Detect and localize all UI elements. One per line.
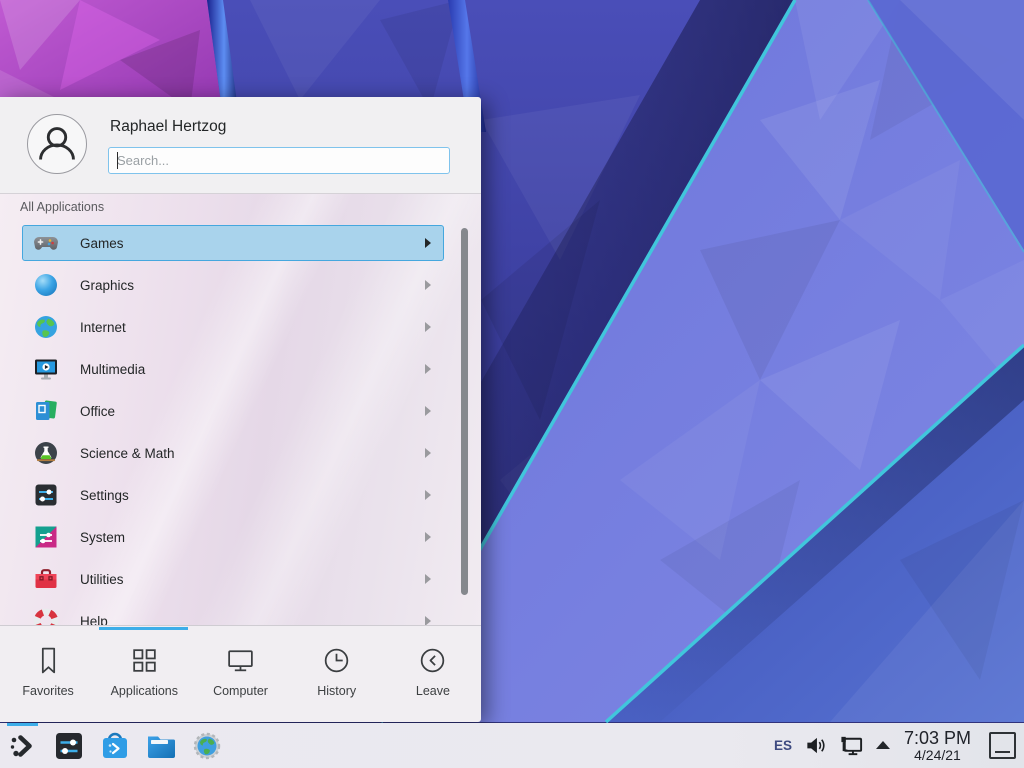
- tab-leave[interactable]: Leave: [385, 626, 481, 722]
- volume-icon[interactable]: [804, 734, 827, 757]
- tray-expand-arrow-icon[interactable]: [876, 741, 890, 749]
- utilities-icon: [33, 566, 59, 592]
- internet-icon: [33, 314, 59, 340]
- user-name: Raphael Hertzog: [110, 118, 226, 136]
- category-row-games[interactable]: Games: [22, 225, 444, 261]
- tab-computer[interactable]: Computer: [192, 626, 288, 722]
- submenu-arrow-icon: [425, 490, 431, 500]
- category-row-settings[interactable]: Settings: [22, 477, 444, 513]
- computer-monitor-icon: [225, 645, 256, 676]
- submenu-arrow-icon: [425, 574, 431, 584]
- user-avatar[interactable]: [27, 114, 87, 174]
- show-desktop-icon: [995, 751, 1010, 753]
- search-input[interactable]: [108, 147, 450, 174]
- clock-time: 7:03 PM: [904, 729, 971, 748]
- multimedia-icon: [33, 356, 59, 382]
- launcher-active-indicator: [7, 723, 38, 726]
- taskbar: ES 7:03 PM 4/2: [0, 723, 1024, 768]
- category-list: Games Graphics: [22, 225, 444, 625]
- show-desktop-button[interactable]: [989, 732, 1016, 759]
- history-clock-icon: [321, 645, 352, 676]
- launcher-header: Raphael Hertzog: [0, 97, 481, 193]
- games-icon: [33, 230, 59, 256]
- active-tab-indicator: [99, 627, 188, 630]
- category-row-help[interactable]: Help: [22, 603, 444, 625]
- submenu-arrow-icon: [425, 364, 431, 374]
- category-row-multimedia[interactable]: Multimedia: [22, 351, 444, 387]
- submenu-arrow-icon: [425, 448, 431, 458]
- applications-grid-icon: [129, 645, 160, 676]
- tab-favorites[interactable]: Favorites: [0, 626, 96, 722]
- category-row-graphics[interactable]: Graphics: [22, 267, 444, 303]
- network-icon[interactable]: [839, 733, 864, 758]
- scrollbar-handle[interactable]: [461, 228, 468, 595]
- tab-history[interactable]: History: [289, 626, 385, 722]
- section-label: All Applications: [20, 200, 104, 214]
- dolphin-file-manager-button[interactable]: [145, 730, 177, 762]
- submenu-arrow-icon: [425, 406, 431, 416]
- submenu-arrow-icon: [425, 238, 431, 248]
- graphics-icon: [33, 272, 59, 298]
- globe-gear-button[interactable]: [191, 730, 223, 762]
- category-row-science-math[interactable]: Science & Math: [22, 435, 444, 471]
- desktop: Raphael Hertzog All Applications Games: [0, 0, 1024, 768]
- submenu-arrow-icon: [425, 280, 431, 290]
- clock[interactable]: 7:03 PM 4/24/21: [902, 729, 973, 763]
- help-icon: [33, 608, 59, 625]
- tab-applications[interactable]: Applications: [96, 626, 192, 722]
- category-row-system[interactable]: System: [22, 519, 444, 555]
- favorites-bookmark-icon: [33, 645, 64, 676]
- submenu-arrow-icon: [425, 532, 431, 542]
- settings-icon: [33, 482, 59, 508]
- text-cursor: [117, 152, 118, 169]
- leave-icon: [417, 645, 448, 676]
- clock-date: 4/24/21: [904, 748, 971, 763]
- application-launcher-popup: Raphael Hertzog All Applications Games: [0, 97, 481, 722]
- application-launcher-button[interactable]: [7, 730, 39, 762]
- submenu-arrow-icon: [425, 616, 431, 625]
- category-row-utilities[interactable]: Utilities: [22, 561, 444, 597]
- science-icon: [33, 440, 59, 466]
- keyboard-layout-indicator[interactable]: ES: [774, 738, 792, 753]
- category-list-area: All Applications Games: [0, 194, 481, 625]
- system-icon: [33, 524, 59, 550]
- system-settings-button[interactable]: [53, 730, 85, 762]
- tab-bar: Favorites Applications Computer: [0, 625, 481, 722]
- category-row-internet[interactable]: Internet: [22, 309, 444, 345]
- submenu-arrow-icon: [425, 322, 431, 332]
- category-row-office[interactable]: Office: [22, 393, 444, 429]
- office-icon: [33, 398, 59, 424]
- discover-button[interactable]: [99, 730, 131, 762]
